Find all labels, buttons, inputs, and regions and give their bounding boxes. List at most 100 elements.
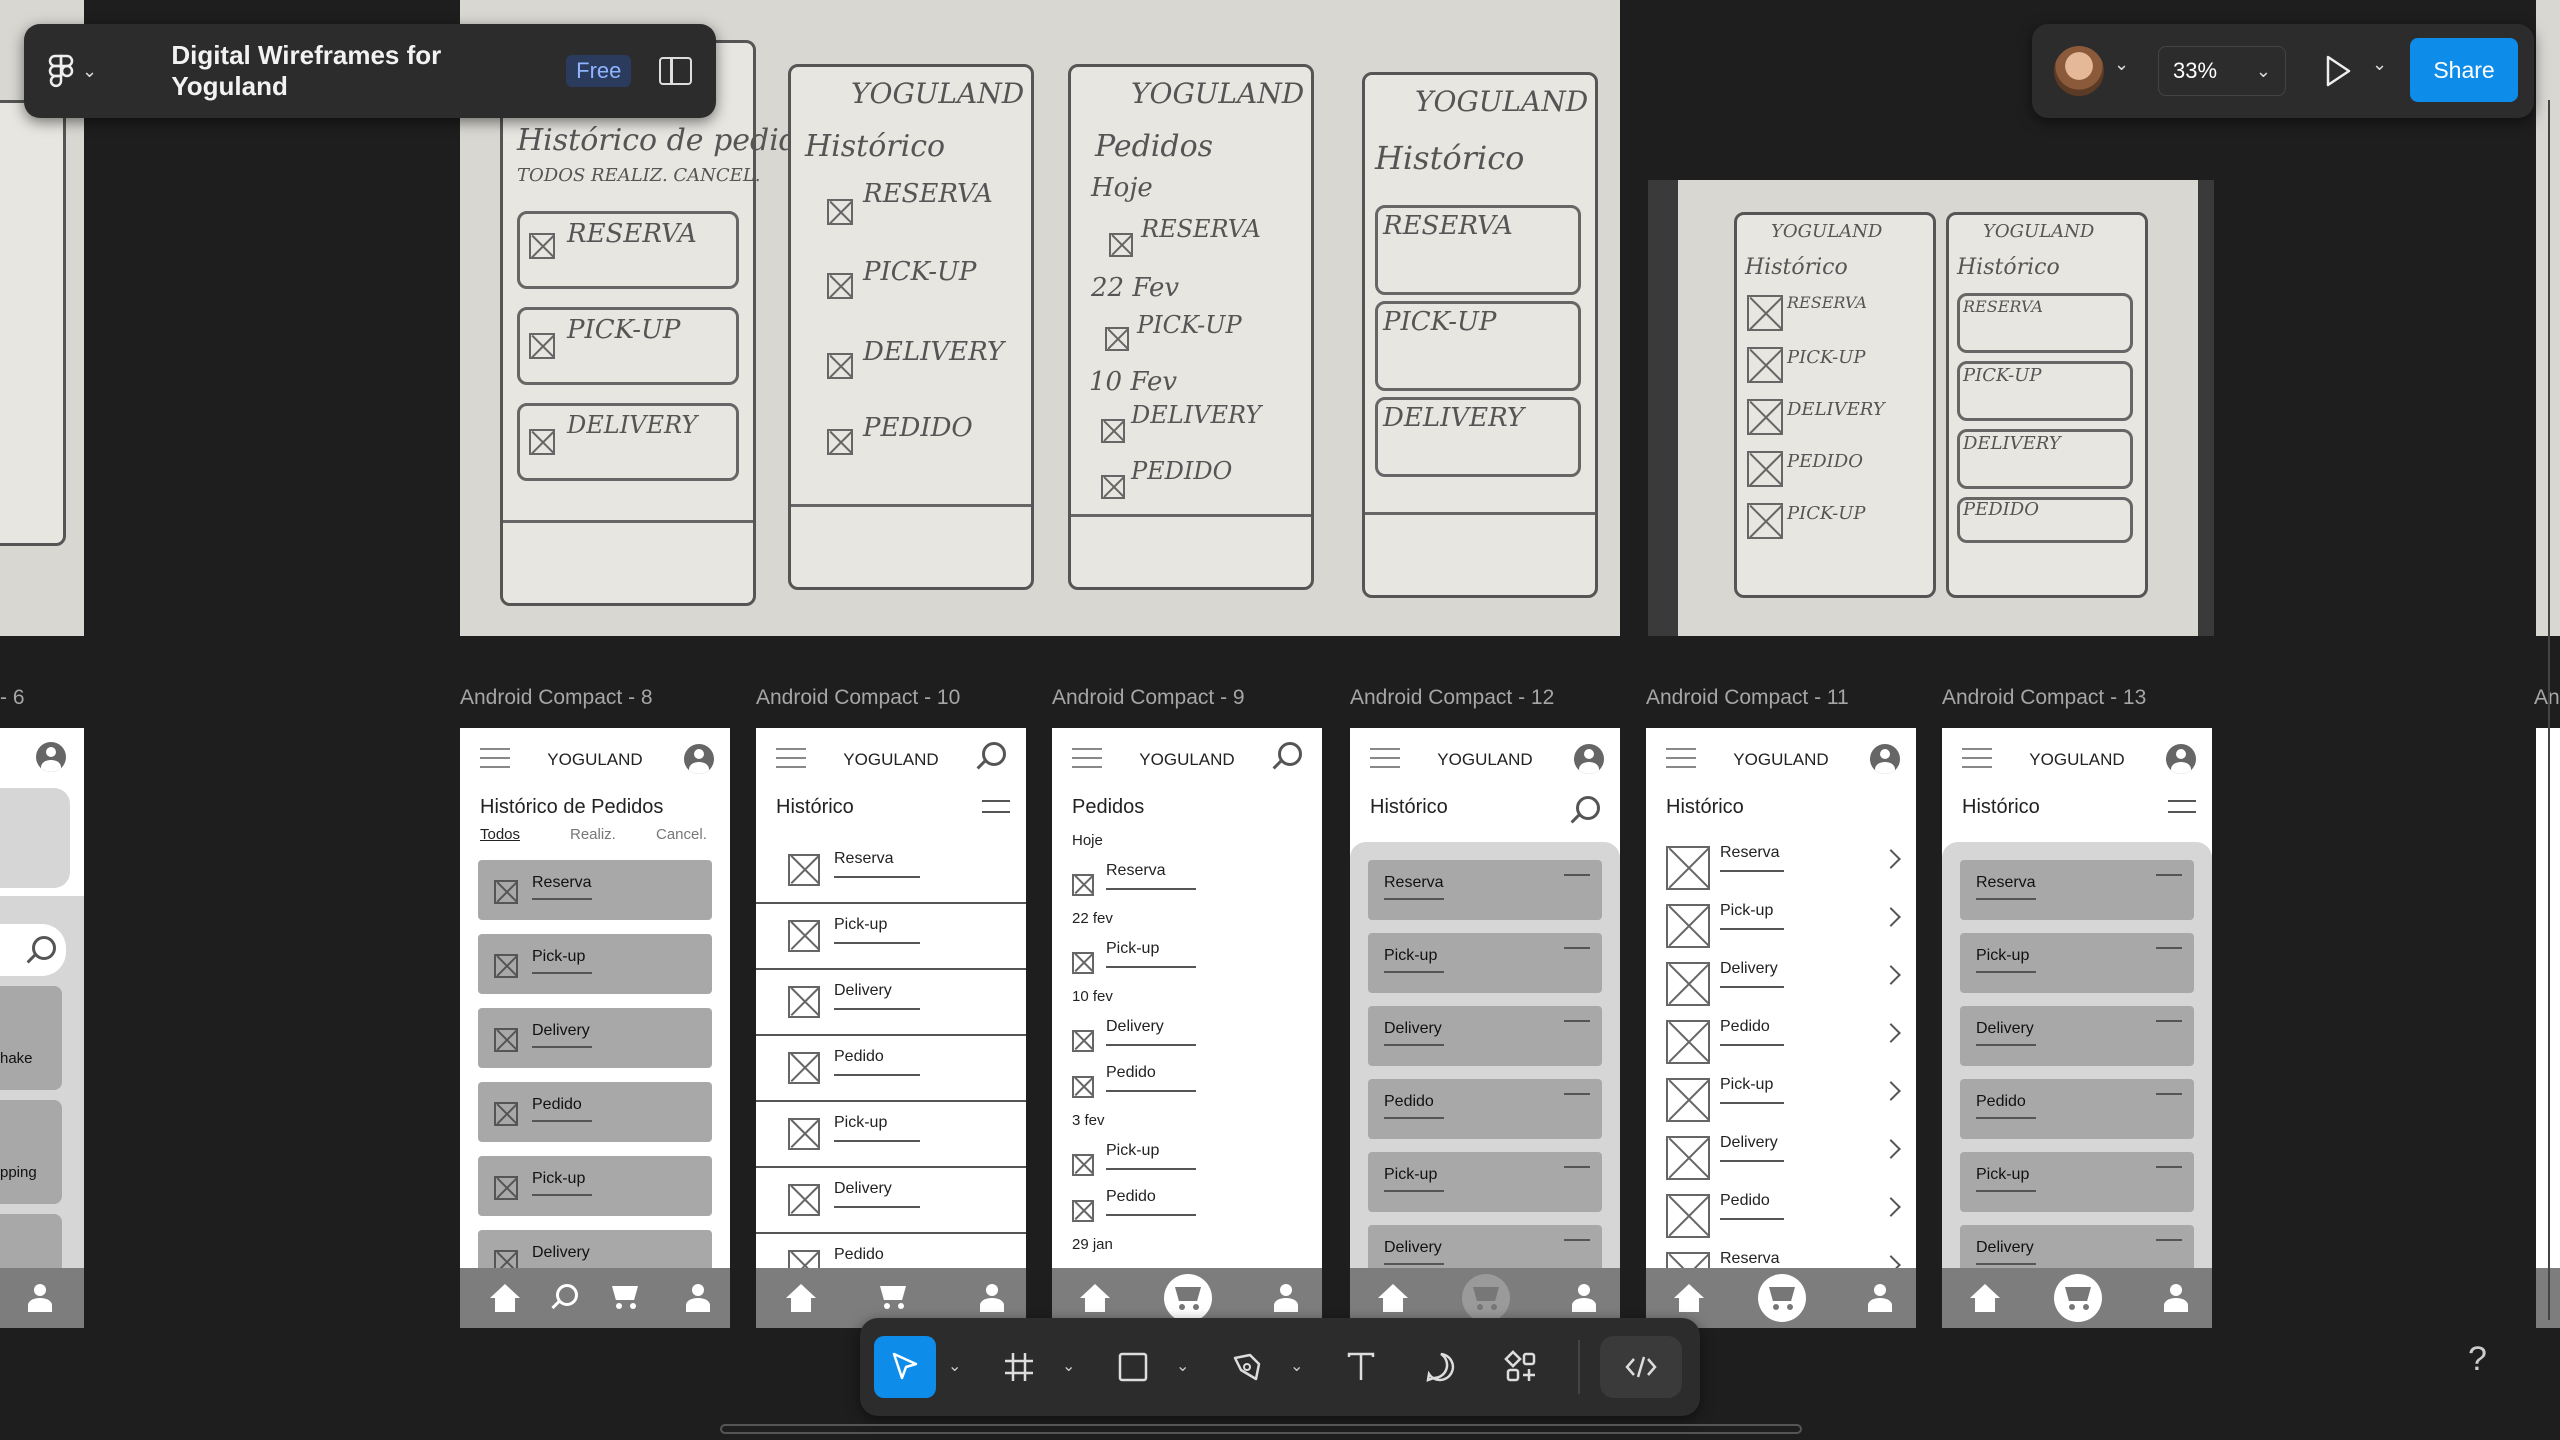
profile-icon[interactable]	[686, 1284, 710, 1312]
chevron-down-icon[interactable]: ⌄	[2114, 54, 2129, 75]
profile-icon[interactable]	[1572, 1284, 1596, 1312]
help-icon[interactable]: ?	[2468, 1340, 2487, 1379]
list-item[interactable]: Pedido	[478, 1082, 712, 1142]
list-item[interactable]: Reserva	[1052, 862, 1322, 912]
profile-icon[interactable]	[980, 1284, 1004, 1312]
tab-realiz[interactable]: Realiz.	[570, 826, 616, 843]
search-icon[interactable]	[1278, 742, 1302, 766]
list-item[interactable]: Delivery	[1646, 1130, 1916, 1188]
list-item[interactable]: Reserva	[1646, 840, 1916, 898]
list-item[interactable]: Pedido	[1368, 1079, 1602, 1139]
list-item[interactable]: Pick-up	[1646, 898, 1916, 956]
user-icon[interactable]	[1870, 744, 1900, 774]
frame-label-13[interactable]: Android Compact - 13	[1942, 686, 2146, 710]
list-item[interactable]: Reserva	[756, 838, 1026, 904]
list-item[interactable]: Reserva	[1368, 860, 1602, 920]
list-item[interactable]: Pedido	[1960, 1079, 2194, 1139]
chevron-down-icon[interactable]: ⌄	[1290, 1356, 1303, 1376]
present-play-icon[interactable]	[2324, 54, 2352, 88]
home-icon[interactable]	[1080, 1284, 1110, 1312]
list-item[interactable]: Pick-up	[478, 1156, 712, 1216]
cart-button[interactable]	[2054, 1274, 2102, 1322]
horizontal-scrollbar[interactable]	[720, 1424, 1802, 1434]
chevron-down-icon[interactable]: ⌄	[1176, 1356, 1189, 1376]
list-item[interactable]: Pick-up	[478, 934, 712, 994]
list-item[interactable]: Pedido	[1646, 1014, 1916, 1072]
dev-mode-toggle[interactable]	[1600, 1336, 1682, 1398]
list-item[interactable]: Pick-up	[1960, 933, 2194, 993]
list-item[interactable]: Reserva	[478, 860, 712, 920]
list-item[interactable]: Pedido	[1646, 1188, 1916, 1246]
list-item[interactable]: Delivery	[478, 1008, 712, 1068]
list-item[interactable]: Delivery	[756, 1168, 1026, 1234]
profile-icon[interactable]	[1868, 1284, 1892, 1312]
frame-android-compact-11[interactable]: YOGULAND Histórico Reserva Pick-up Deliv…	[1646, 728, 1916, 1328]
frame-partial-left[interactable]: hake pping	[0, 728, 84, 1328]
cart-button[interactable]	[1462, 1274, 1510, 1322]
user-icon[interactable]	[1574, 744, 1604, 774]
frame-android-compact-9[interactable]: YOGULAND Pedidos Hoje Reserva 22 fev Pic…	[1052, 728, 1322, 1328]
file-name[interactable]: Digital Wireframes for Yoguland	[171, 40, 546, 102]
move-tool[interactable]	[874, 1336, 936, 1398]
home-icon[interactable]	[786, 1284, 816, 1312]
list-item[interactable]: Pedido	[1052, 1188, 1322, 1238]
tab-todos[interactable]: Todos	[480, 826, 520, 843]
list-item[interactable]: Pick-up	[1052, 1142, 1322, 1192]
comment-tool[interactable]	[1410, 1336, 1472, 1398]
frame-label-10[interactable]: Android Compact - 10	[756, 686, 960, 710]
list-item[interactable]: Delivery	[756, 970, 1026, 1036]
list-item[interactable]: Pick-up	[1368, 933, 1602, 993]
list-item[interactable]: Pick-up	[1368, 1152, 1602, 1212]
frame-label-9[interactable]: Android Compact - 9	[1052, 686, 1245, 710]
frame-android-compact-10[interactable]: YOGULAND Histórico Reserva Pick-up Deliv…	[756, 728, 1026, 1328]
search-icon[interactable]	[1576, 796, 1600, 820]
profile-icon[interactable]	[2164, 1284, 2188, 1312]
main-menu-button[interactable]: ⌄	[48, 54, 143, 88]
user-icon[interactable]	[684, 744, 714, 774]
sidebar-toggle-icon[interactable]	[659, 57, 692, 85]
list-item[interactable]: Delivery	[1646, 956, 1916, 1014]
text-tool[interactable]	[1330, 1336, 1392, 1398]
home-icon[interactable]	[1674, 1284, 1704, 1312]
cart-icon[interactable]	[876, 1284, 910, 1310]
home-icon[interactable]	[490, 1284, 520, 1312]
profile-icon[interactable]	[1274, 1284, 1298, 1312]
rectangle-tool[interactable]	[1102, 1336, 1164, 1398]
share-button[interactable]: Share	[2410, 38, 2518, 102]
frame-label-partial[interactable]: - 6	[0, 686, 25, 710]
frame-tool[interactable]	[988, 1336, 1050, 1398]
list-item[interactable]: Delivery	[1960, 1006, 2194, 1066]
frame-label-12[interactable]: Android Compact - 12	[1350, 686, 1554, 710]
tab-cancel[interactable]: Cancel.	[656, 826, 707, 843]
chevron-down-icon[interactable]: ⌄	[2372, 54, 2387, 75]
list-item[interactable]: Pedido	[1052, 1064, 1322, 1114]
chevron-down-icon[interactable]: ⌄	[1062, 1356, 1075, 1376]
list-item[interactable]: Pick-up	[1960, 1152, 2194, 1212]
user-icon[interactable]	[2166, 744, 2196, 774]
frame-android-compact-12[interactable]: YOGULAND Histórico Reserva Pick-up Deliv…	[1350, 728, 1620, 1328]
list-item[interactable]: Delivery	[1368, 1006, 1602, 1066]
list-item[interactable]: Pick-up	[1052, 940, 1322, 990]
list-item[interactable]: Pick-up	[1646, 1072, 1916, 1130]
zoom-dropdown[interactable]: 33% ⌄	[2158, 46, 2286, 96]
home-icon[interactable]	[1970, 1284, 2000, 1312]
scrollbar-vertical[interactable]	[2548, 100, 2556, 1320]
frame-android-compact-13[interactable]: YOGULAND Histórico Reserva Pick-up Deliv…	[1942, 728, 2212, 1328]
sketch-photo-secondary[interactable]: YOGULAND Histórico RESERVA PICK-UP DELIV…	[1648, 180, 2214, 636]
list-item[interactable]: Delivery	[1052, 1018, 1322, 1068]
frame-label-8[interactable]: Android Compact - 8	[460, 686, 653, 710]
cart-icon[interactable]	[608, 1284, 642, 1310]
cart-button[interactable]	[1164, 1274, 1212, 1322]
chevron-down-icon[interactable]: ⌄	[948, 1356, 961, 1376]
search-icon[interactable]	[556, 1284, 578, 1306]
plan-badge[interactable]: Free	[566, 55, 632, 87]
list-item[interactable]: Reserva	[1960, 860, 2194, 920]
filter-icon[interactable]	[2168, 800, 2196, 816]
list-item[interactable]: Pedido	[756, 1036, 1026, 1102]
avatar[interactable]	[2054, 46, 2104, 96]
filter-icon[interactable]	[982, 800, 1010, 816]
frame-android-compact-8[interactable]: YOGULAND Histórico de Pedidos Todos Real…	[460, 728, 730, 1328]
home-icon[interactable]	[1378, 1284, 1408, 1312]
list-item[interactable]: Pick-up	[756, 1102, 1026, 1168]
pen-tool[interactable]	[1216, 1336, 1278, 1398]
